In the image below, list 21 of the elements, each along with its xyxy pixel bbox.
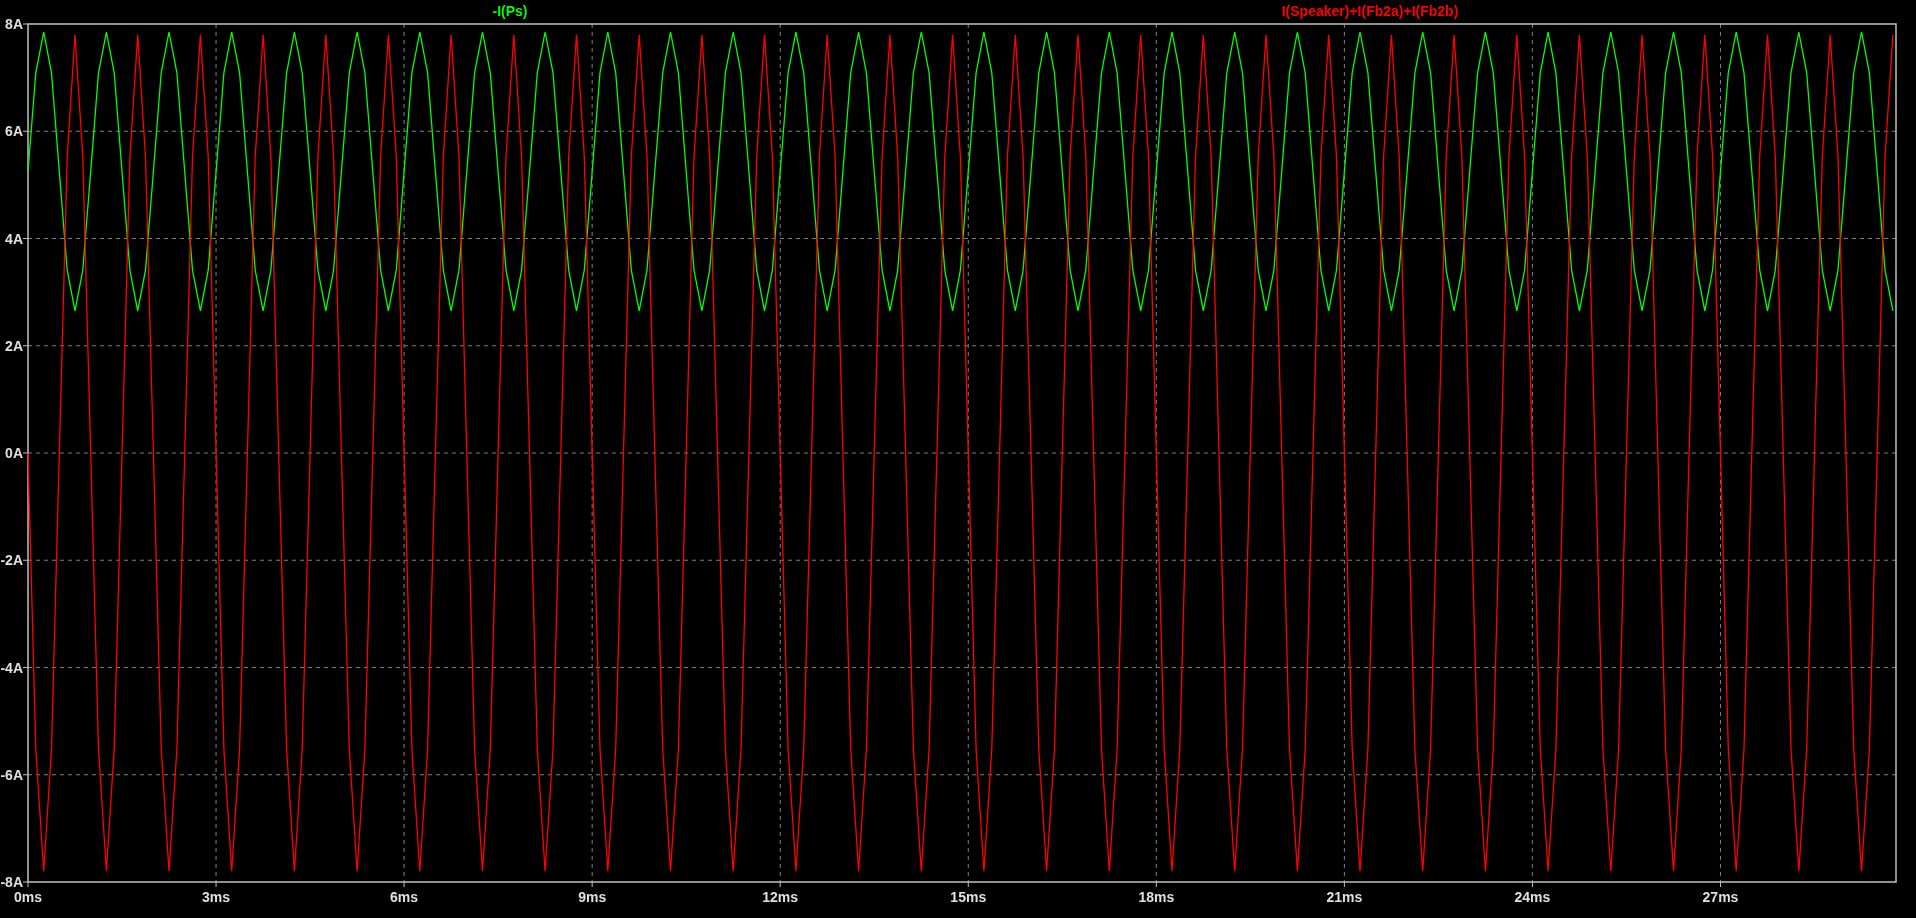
x-tick-label: 6ms [390,889,419,905]
y-tick-label: -2A [0,552,23,569]
y-tick-label: -4A [0,659,23,676]
x-tick-label: 9ms [578,889,607,905]
x-tick-label: 18ms [1138,889,1175,905]
y-tick-label: 2A [5,337,23,354]
x-tick-label: 15ms [950,889,987,905]
trace-label[interactable]: I(Speaker)+I(Fb2a)+I(Fb2b) [1281,3,1459,19]
y-tick-label: 6A [5,123,23,140]
x-tick-label: 27ms [1702,889,1739,905]
y-tick-label: 8A [5,16,23,32]
y-tick-label: 4A [5,230,23,247]
x-tick-label: 21ms [1326,889,1363,905]
x-tick-label: 3ms [202,889,231,905]
x-tick-label: 24ms [1514,889,1551,905]
y-tick-label: 0A [5,445,23,461]
y-tick-label: -6A [0,766,23,783]
trace-label[interactable]: -I(Ps) [492,3,528,19]
x-tick-label: 0ms [14,889,42,905]
y-tick-label: -8A [0,874,23,890]
x-tick-label: 12ms [762,889,799,905]
